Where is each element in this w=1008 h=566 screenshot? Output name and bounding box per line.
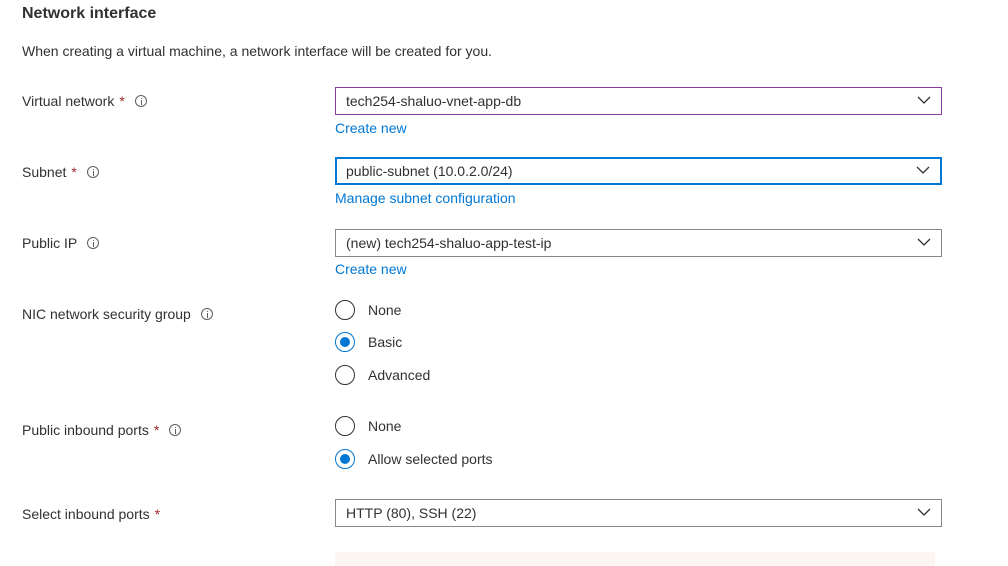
warning-banner [335, 552, 935, 566]
nic-nsg-option-basic[interactable]: Basic [335, 331, 402, 353]
inbound-ports-option-allow-selected[interactable]: Allow selected ports [335, 448, 493, 470]
radio-label: Allow selected ports [368, 451, 493, 467]
public-ip-label-row: Public IP [22, 233, 100, 253]
info-icon[interactable] [87, 237, 100, 249]
section-description: When creating a virtual machine, a netwo… [22, 43, 493, 59]
chevron-down-icon [916, 166, 930, 174]
subnet-dropdown[interactable]: public-subnet (10.0.2.0/24) [335, 157, 942, 185]
subnet-value: public-subnet (10.0.2.0/24) [346, 163, 513, 179]
required-marker: * [119, 93, 125, 109]
virtual-network-label: Virtual network [22, 93, 115, 109]
public-ip-dropdown[interactable]: (new) tech254-shaluo-app-test-ip [335, 229, 942, 257]
subnet-label: Subnet [22, 164, 67, 180]
virtual-network-value: tech254-shaluo-vnet-app-db [346, 93, 522, 109]
public-ip-value: (new) tech254-shaluo-app-test-ip [346, 235, 552, 251]
nic-nsg-option-none[interactable]: None [335, 299, 401, 321]
chevron-down-icon [917, 238, 931, 246]
radio-unchecked[interactable] [335, 300, 355, 320]
select-inbound-ports-value: HTTP (80), SSH (22) [346, 505, 477, 521]
virtual-network-label-row: Virtual network * [22, 91, 147, 111]
create-new-vnet-link[interactable]: Create new [335, 120, 407, 136]
nic-nsg-label: NIC network security group [22, 306, 191, 322]
chevron-down-icon [917, 96, 931, 104]
radio-checked[interactable] [335, 332, 355, 352]
select-inbound-ports-dropdown[interactable]: HTTP (80), SSH (22) [335, 499, 942, 527]
info-icon[interactable] [134, 95, 147, 107]
required-marker: * [153, 422, 160, 438]
select-inbound-ports-label-row: Select inbound ports * [22, 504, 160, 524]
radio-checked[interactable] [335, 449, 355, 469]
network-interface-section: Network interface When creating a virtua… [0, 0, 1008, 566]
inbound-ports-option-none[interactable]: None [335, 415, 401, 437]
select-inbound-ports-label: Select inbound ports [22, 506, 150, 522]
radio-label: None [368, 302, 402, 318]
required-marker: * [154, 506, 161, 522]
create-new-public-ip-link[interactable]: Create new [335, 261, 407, 277]
nic-nsg-label-row: NIC network security group [22, 304, 213, 324]
public-inbound-ports-label-row: Public inbound ports * [22, 420, 182, 440]
required-marker: * [71, 164, 77, 180]
radio-unchecked[interactable] [335, 365, 355, 385]
public-inbound-ports-label: Public inbound ports [22, 422, 149, 438]
virtual-network-dropdown[interactable]: tech254-shaluo-vnet-app-db [335, 87, 942, 115]
info-icon[interactable] [86, 166, 99, 178]
info-icon[interactable] [200, 308, 213, 320]
info-icon[interactable] [169, 424, 182, 436]
section-title: Network interface [22, 5, 157, 22]
chevron-down-icon [917, 508, 931, 516]
nic-nsg-option-advanced[interactable]: Advanced [335, 364, 430, 386]
radio-label: None [368, 418, 402, 434]
radio-label: Advanced [368, 367, 431, 383]
radio-unchecked[interactable] [335, 416, 355, 436]
radio-label: Basic [368, 334, 403, 350]
manage-subnet-configuration-link[interactable]: Manage subnet configuration [335, 190, 516, 206]
public-ip-label: Public IP [22, 235, 78, 251]
subnet-label-row: Subnet * [22, 162, 99, 182]
